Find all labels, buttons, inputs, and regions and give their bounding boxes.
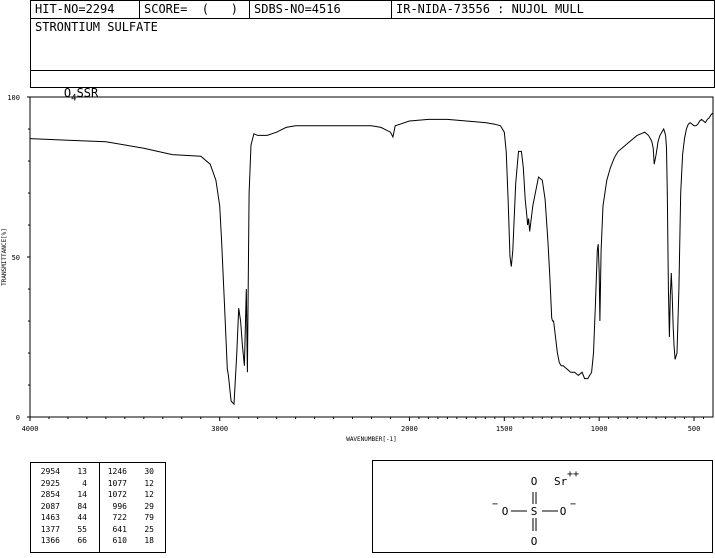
sulfate-structure: O S O O O − − Sr ++ bbox=[492, 469, 579, 548]
peak-table-cell: 55 bbox=[77, 524, 87, 534]
x-tick-label: 1000 bbox=[591, 425, 608, 433]
x-tick-label: 1500 bbox=[496, 425, 513, 433]
peak-table-cell: 1072 bbox=[107, 490, 127, 499]
peak-table-cell: 18 bbox=[144, 536, 154, 545]
y-tick-label: 0 bbox=[16, 414, 20, 422]
x-tick-label: 2000 bbox=[401, 425, 418, 433]
atom-o-bottom: O bbox=[531, 535, 538, 548]
peak-table-cell: 79 bbox=[144, 513, 154, 522]
spectrum-line bbox=[29, 112, 714, 406]
peak-table-cell: 2087 bbox=[40, 501, 60, 511]
peak-table-cell: 14 bbox=[77, 490, 87, 499]
peak-table-cell: 66 bbox=[77, 536, 87, 545]
peak-table-cell: 30 bbox=[144, 467, 154, 476]
peak-table-cell: 2854 bbox=[40, 490, 60, 499]
peak-table-cell: 1077 bbox=[107, 478, 127, 488]
chart-axes: 4000 3000 2000 1500 1000 500 0 50 100 WAVENUMBER[… bbox=[1, 94, 714, 443]
peak-table-cell: 84 bbox=[77, 501, 87, 511]
peak-table-cell: 2925 bbox=[40, 478, 60, 488]
peak-table-cell: 610 bbox=[112, 536, 127, 545]
peak-table-cell: 1377 bbox=[40, 524, 60, 534]
peak-table-cell: 996 bbox=[112, 501, 127, 511]
y-axis-label: TRANSMITTANCE[%] bbox=[1, 228, 8, 286]
chart-series bbox=[29, 112, 714, 406]
x-axis-label: WAVENUMBER[-1] bbox=[346, 436, 397, 443]
peak-table-cell: 12 bbox=[144, 490, 154, 499]
structure-box: O S O O O − − Sr ++ bbox=[372, 460, 713, 553]
y-tick-label: 100 bbox=[7, 94, 20, 102]
peak-table-cell: 12 bbox=[144, 478, 154, 488]
peak-table-cell: 1366 bbox=[40, 536, 60, 545]
charge-minus-left: − bbox=[492, 499, 498, 510]
peak-table-cell: 44 bbox=[77, 513, 87, 522]
peak-table-divider bbox=[99, 463, 100, 552]
ir-spectrum-chart: 4000 3000 2000 1500 1000 500 0 50 100 WAVENUMBER[… bbox=[1, 94, 714, 443]
atom-s: S bbox=[531, 505, 538, 518]
peak-table-cell: 4 bbox=[82, 478, 87, 488]
peak-table-cell: 13 bbox=[77, 467, 87, 476]
peak-table-cell: 1463 bbox=[40, 513, 60, 522]
atom-o-top: O bbox=[531, 475, 538, 488]
peak-table-cell: 641 bbox=[112, 524, 127, 534]
x-tick-label: 3000 bbox=[211, 425, 228, 433]
peak-table: 2954 13 1246 30 2925 4 1077 12 2854 14 1072 12 2087 8… bbox=[30, 462, 166, 553]
strontium-charge: ++ bbox=[567, 469, 579, 480]
peak-table-cell: 722 bbox=[112, 513, 127, 522]
plot-frame bbox=[29, 96, 714, 418]
atom-o-right: O bbox=[560, 505, 567, 518]
peak-table-cell: 2954 bbox=[40, 467, 60, 476]
charge-minus-right: − bbox=[570, 499, 576, 510]
strontium-ion: Sr bbox=[554, 475, 568, 488]
x-tick-label: 4000 bbox=[22, 425, 39, 433]
peak-table-cell: 25 bbox=[144, 524, 154, 534]
peak-table-cell: 29 bbox=[144, 501, 154, 511]
y-tick-label: 50 bbox=[12, 254, 20, 262]
peak-table-cell: 1246 bbox=[107, 467, 127, 476]
atom-o-left: O bbox=[502, 505, 509, 518]
x-tick-label: 500 bbox=[688, 425, 701, 433]
